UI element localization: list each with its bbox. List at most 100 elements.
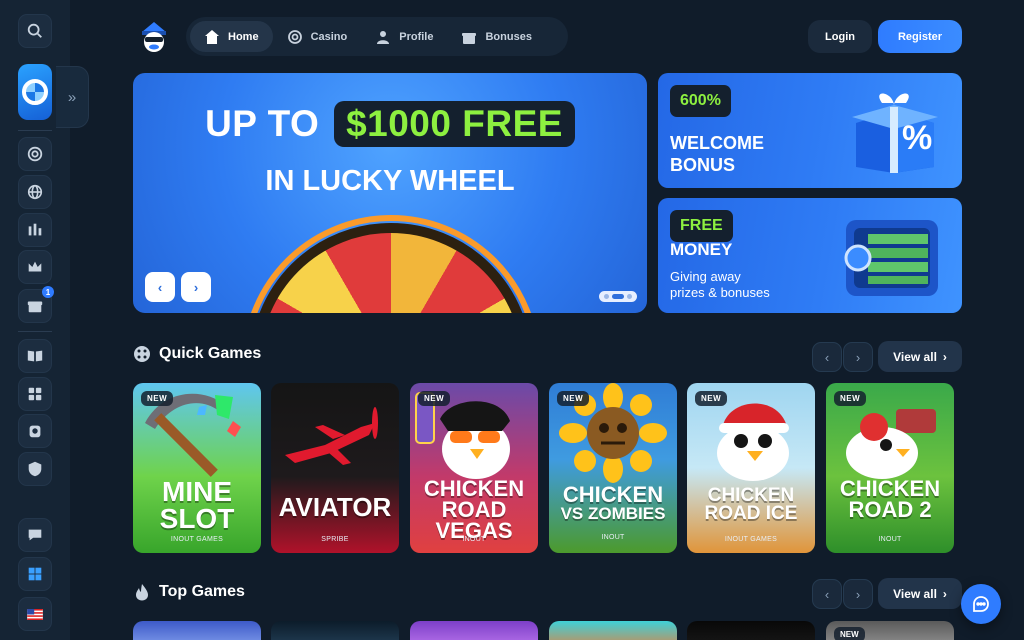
- chevron-right-icon: ›: [942, 586, 947, 601]
- hero-banner[interactable]: UP TO $1000 FREE IN LUCKY WHEEL ‹ ›: [133, 73, 647, 313]
- main-nav: Home Casino Profile Bonuses: [186, 17, 568, 56]
- nav-item-label: Bonuses: [485, 30, 532, 43]
- game-title-line: CHICKEN: [562, 482, 664, 507]
- badge-icon[interactable]: [18, 414, 52, 448]
- game-card-chicken-road-2[interactable]: NEW CHICKEN ROAD 2 INOUT: [826, 383, 954, 553]
- lucky-wheel-image: [250, 223, 532, 313]
- hero-headline-amount: $1000 FREE: [334, 101, 575, 147]
- chip-icon[interactable]: [18, 137, 52, 171]
- sidebar-divider: [18, 130, 52, 131]
- user-icon: [377, 30, 390, 44]
- support-chat-button[interactable]: [961, 584, 1001, 624]
- quick-games-header: Quick Games: [133, 345, 261, 363]
- top-games-view-all-button[interactable]: View all ›: [878, 578, 962, 609]
- top-games-prev-button[interactable]: ‹: [812, 579, 842, 609]
- windows-icon[interactable]: [18, 557, 52, 591]
- carousel-dot-active[interactable]: [612, 294, 624, 299]
- game-title-line: ROAD 2: [848, 496, 932, 522]
- game-title: MINE SLOT: [133, 478, 261, 534]
- carousel-dot[interactable]: [604, 294, 609, 299]
- quick-games-prev-button[interactable]: ‹: [812, 342, 842, 372]
- promo-subtitle-line: prizes & bonuses: [670, 285, 770, 301]
- nav-item-label: Profile: [399, 30, 434, 43]
- game-card-chicken-road-ice[interactable]: NEW CHICKEN ROAD ICE INOUT GAMES: [687, 383, 815, 553]
- gift-box-icon: %: [852, 93, 938, 173]
- globe-icon[interactable]: [18, 175, 52, 209]
- nav-item-casino[interactable]: Casino: [273, 21, 362, 52]
- quick-games-view-all-button[interactable]: View all ›: [878, 341, 962, 372]
- new-badge: NEW: [834, 627, 865, 640]
- login-button[interactable]: Login: [808, 20, 872, 53]
- flame-icon: [136, 584, 148, 601]
- top-game-card[interactable]: [687, 621, 815, 640]
- puzzle-icon[interactable]: [18, 377, 52, 411]
- search-icon[interactable]: [18, 14, 52, 48]
- game-title: CHICKEN ROAD 2: [826, 478, 954, 522]
- chevron-right-icon: ›: [942, 349, 947, 364]
- nav-item-label: Casino: [310, 30, 348, 43]
- us-flag-icon[interactable]: [18, 597, 52, 631]
- game-card-chicken-road-vegas[interactable]: NEW CHICKEN ROAD VEGAS INOUT: [410, 383, 538, 553]
- game-card-mine-slot[interactable]: NEW MINE SLOT INOUT GAMES: [133, 383, 261, 553]
- top-game-card[interactable]: [549, 621, 677, 640]
- new-badge: NEW: [418, 391, 451, 406]
- new-badge: NEW: [834, 391, 867, 406]
- quick-games-next-button[interactable]: ›: [843, 342, 873, 372]
- top-games-header: Top Games: [133, 583, 245, 601]
- top-game-card[interactable]: [133, 621, 261, 640]
- home-icon: [205, 29, 219, 44]
- free-money-card[interactable]: FREE MONEY Giving away prizes & bonuses: [658, 198, 962, 313]
- view-all-label: View all: [893, 586, 937, 601]
- nav-item-bonuses[interactable]: Bonuses: [447, 21, 545, 52]
- promo-tag: 600%: [670, 85, 731, 117]
- promo-subtitle: Giving away prizes & bonuses: [670, 269, 770, 302]
- chat-icon[interactable]: [18, 518, 52, 552]
- game-title-line: VS ZOMBIES: [560, 503, 666, 523]
- nav-item-label: Home: [228, 30, 259, 43]
- hero-next-button[interactable]: ›: [181, 272, 211, 302]
- top-game-card[interactable]: [410, 621, 538, 640]
- bonus-count-badge: 1: [42, 286, 54, 298]
- game-title: AVIATOR: [278, 492, 392, 522]
- game-title-line: SLOT: [159, 502, 235, 534]
- nav-item-profile[interactable]: Profile: [361, 21, 447, 52]
- top-game-card[interactable]: NEW: [826, 621, 954, 640]
- promo-subtitle-line: Giving away: [670, 269, 741, 284]
- welcome-bonus-card[interactable]: 600% WELCOME BONUS %: [658, 73, 962, 188]
- bars-icon[interactable]: [18, 213, 52, 247]
- promo-title-line: BONUS: [670, 154, 736, 175]
- game-provider: INOUT: [462, 536, 486, 543]
- game-provider: INOUT: [601, 534, 625, 541]
- promo-tag: FREE: [670, 210, 733, 242]
- register-button[interactable]: Register: [878, 20, 962, 53]
- game-card-aviator[interactable]: AVIATOR SPRIBE: [271, 383, 399, 553]
- game-card-chicken-vs-zombies[interactable]: NEW CHICKEN VS ZOMBIES INOUT: [549, 383, 677, 553]
- promo-title: WELCOME BONUS: [670, 133, 764, 176]
- promo-title: MONEY: [670, 240, 733, 259]
- top-game-card[interactable]: [271, 621, 399, 640]
- hero-prev-button[interactable]: ‹: [145, 272, 175, 302]
- section-title: Top Games: [159, 583, 245, 600]
- lucky-wheel-icon[interactable]: [18, 64, 52, 120]
- chip-icon: [287, 29, 302, 44]
- hero-subheadline: IN LUCKY WHEEL: [265, 165, 515, 197]
- game-title: CHICKEN ROAD ICE: [687, 486, 815, 525]
- nav-item-home[interactable]: Home: [190, 21, 273, 52]
- gift-icon: [462, 32, 477, 44]
- new-badge: NEW: [557, 391, 590, 406]
- carousel-dot[interactable]: [627, 294, 632, 299]
- logo[interactable]: [136, 18, 172, 54]
- view-all-label: View all: [893, 349, 937, 364]
- crown-icon[interactable]: [18, 250, 52, 284]
- game-title-line: ROAD ICE: [704, 503, 798, 525]
- game-title: CHICKEN VS ZOMBIES: [549, 482, 677, 523]
- game-provider: INOUT GAMES: [724, 536, 778, 543]
- new-badge: NEW: [695, 391, 728, 406]
- book-icon[interactable]: [18, 339, 52, 373]
- gift-icon[interactable]: 1: [18, 286, 54, 323]
- shield-icon[interactable]: [18, 452, 52, 486]
- sidebar-expand-button[interactable]: »: [56, 66, 89, 128]
- top-games-next-button[interactable]: ›: [843, 579, 873, 609]
- new-badge: NEW: [141, 391, 174, 406]
- hero-headline-prefix: UP TO: [205, 103, 320, 144]
